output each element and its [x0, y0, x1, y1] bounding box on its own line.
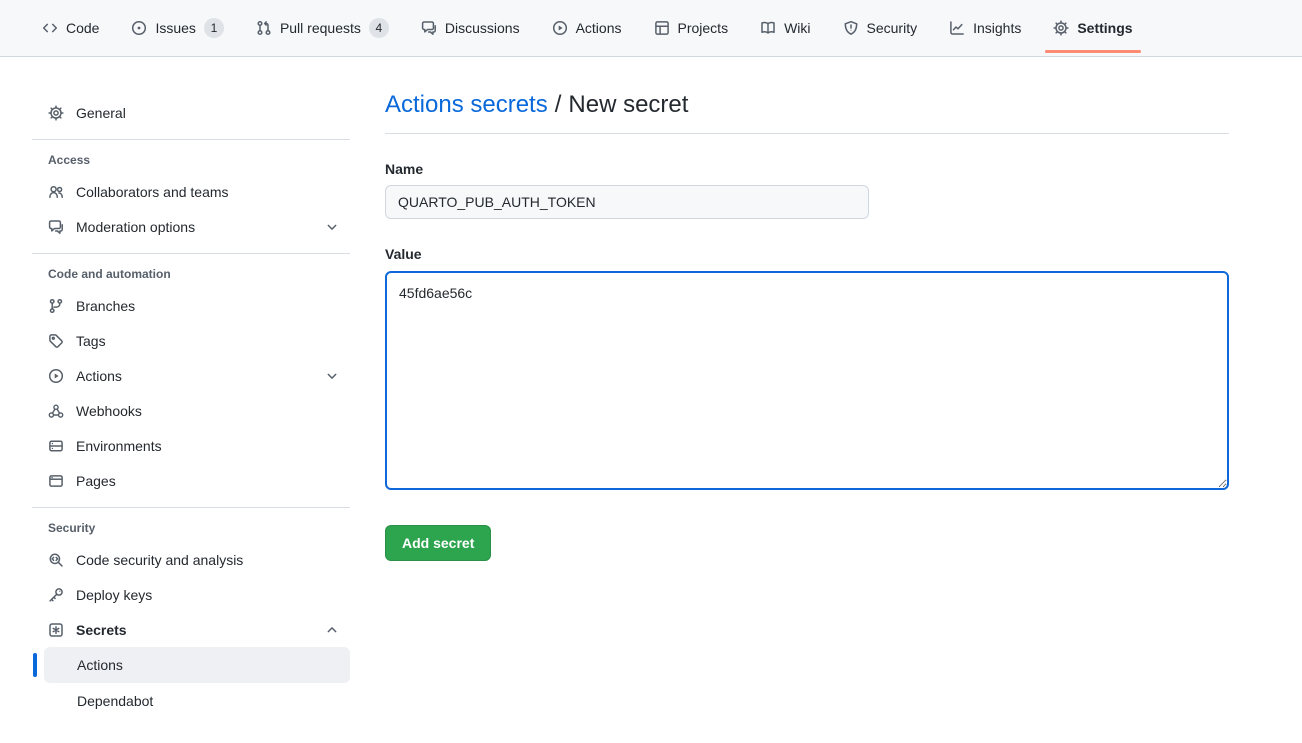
tab-label: Wiki [784, 20, 810, 36]
book-icon [760, 20, 776, 36]
breadcrumb-actions-secrets-link[interactable]: Actions secrets [385, 91, 548, 118]
sidebar-section-code-and-automation: Code and automation Branches Tags Action… [32, 264, 350, 498]
sidebar-subitem-secrets-actions[interactable]: Actions [44, 647, 350, 683]
sidebar-item-label: Environments [76, 438, 162, 454]
sidebar-item-label: Branches [76, 298, 135, 314]
tab-label: Discussions [445, 20, 520, 36]
sidebar-item-label: Webhooks [76, 403, 142, 419]
sidebar-item-moderation-options[interactable]: Moderation options [32, 209, 350, 244]
sidebar-item-label: General [76, 105, 126, 121]
tab-insights[interactable]: Insights [939, 0, 1031, 56]
tab-actions[interactable]: Actions [542, 0, 632, 56]
sidebar-item-general[interactable]: General [32, 95, 350, 130]
sidebar-item-label: Code security and analysis [76, 552, 243, 568]
play-icon [48, 368, 64, 384]
sidebar-subitem-label: Dependabot [77, 693, 153, 709]
repo-tabs: Code Issues 1 Pull requests 4 Discussion… [32, 0, 1143, 56]
people-icon [48, 184, 64, 200]
sidebar-item-pages[interactable]: Pages [32, 463, 350, 498]
breadcrumb-separator: / [555, 91, 562, 118]
tab-discussions[interactable]: Discussions [411, 0, 530, 56]
sidebar-item-actions[interactable]: Actions [32, 358, 350, 393]
sidebar-item-collaborators-and-teams[interactable]: Collaborators and teams [32, 174, 350, 209]
tab-label: Code [66, 20, 99, 36]
sidebar-item-tags[interactable]: Tags [32, 323, 350, 358]
tab-code[interactable]: Code [32, 0, 109, 56]
sidebar-item-label: Moderation options [76, 219, 195, 235]
gear-icon [1053, 20, 1069, 36]
comment-discussion-icon [48, 219, 64, 235]
sidebar-section-access: Access Collaborators and teams Moderatio… [32, 150, 350, 244]
sidebar-item-label: Deploy keys [76, 587, 152, 603]
server-icon [48, 438, 64, 454]
secret-value-textarea[interactable]: 45fd6ae56c [385, 271, 1229, 490]
sidebar-item-label: Tags [76, 333, 106, 349]
chevron-down-icon [324, 219, 340, 235]
sidebar-section-title: Code and automation [32, 264, 350, 284]
tab-label: Issues [155, 20, 195, 36]
sidebar-divider [32, 507, 350, 508]
tab-label: Insights [973, 20, 1021, 36]
repo-tab-bar: Code Issues 1 Pull requests 4 Discussion… [0, 0, 1302, 57]
name-field-label: Name [385, 161, 1229, 177]
settings-sidebar: General Access Collaborators and teams M… [32, 57, 350, 719]
tab-pull-requests[interactable]: Pull requests 4 [246, 0, 399, 56]
main-content: Actions secrets /New secret Name Value 45… [385, 57, 1229, 561]
sidebar-section-title: Access [32, 150, 350, 170]
sidebar-subitem-secrets-dependabot[interactable]: Dependabot [44, 683, 350, 719]
sidebar-item-deploy-keys[interactable]: Deploy keys [32, 577, 350, 612]
tab-label: Actions [576, 20, 622, 36]
git-branch-icon [48, 298, 64, 314]
secret-name-input[interactable] [385, 185, 869, 219]
sidebar-item-label: Collaborators and teams [76, 184, 229, 200]
comment-discussion-icon [421, 20, 437, 36]
webhook-icon [48, 403, 64, 419]
graph-icon [949, 20, 965, 36]
tab-projects[interactable]: Projects [644, 0, 739, 56]
sidebar-item-environments[interactable]: Environments [32, 428, 350, 463]
shield-icon [843, 20, 859, 36]
sidebar-subitem-label: Actions [77, 657, 123, 673]
sidebar-item-label: Pages [76, 473, 116, 489]
sidebar-item-code-security-and-analysis[interactable]: Code security and analysis [32, 542, 350, 577]
page-title: Actions secrets /New secret [385, 90, 1229, 120]
page-title-current: New secret [568, 91, 688, 118]
sidebar-divider [32, 139, 350, 140]
tab-label: Pull requests [280, 20, 361, 36]
table-icon [654, 20, 670, 36]
tab-label: Security [867, 20, 918, 36]
codescan-icon [48, 552, 64, 568]
play-icon [552, 20, 568, 36]
pull-requests-count-badge: 4 [369, 18, 389, 38]
tab-wiki[interactable]: Wiki [750, 0, 820, 56]
sidebar-item-label: Actions [76, 368, 122, 384]
gear-icon [48, 105, 64, 121]
sidebar-divider [32, 253, 350, 254]
sidebar-item-webhooks[interactable]: Webhooks [32, 393, 350, 428]
secret-asterisk-icon [48, 622, 64, 638]
browser-icon [48, 473, 64, 489]
tag-icon [48, 333, 64, 349]
chevron-up-icon [324, 622, 340, 638]
issues-count-badge: 1 [204, 18, 224, 38]
tab-label: Settings [1077, 20, 1132, 36]
tab-security[interactable]: Security [833, 0, 928, 56]
git-pull-request-icon [256, 20, 272, 36]
sidebar-item-secrets[interactable]: Secrets [32, 612, 350, 647]
sidebar-item-branches[interactable]: Branches [32, 288, 350, 323]
sidebar-section-title: Security [32, 518, 350, 538]
add-secret-button[interactable]: Add secret [385, 525, 491, 561]
tab-settings[interactable]: Settings [1043, 0, 1142, 56]
tab-label: Projects [678, 20, 729, 36]
code-icon [42, 20, 58, 36]
sidebar-item-label: Secrets [76, 622, 127, 638]
chevron-down-icon [324, 368, 340, 384]
title-divider [385, 133, 1229, 134]
tab-issues[interactable]: Issues 1 [121, 0, 233, 56]
value-field-label: Value [385, 246, 1229, 262]
sidebar-section-security: Security Code security and analysis Depl… [32, 518, 350, 719]
key-icon [48, 587, 64, 603]
issue-opened-icon [131, 20, 147, 36]
